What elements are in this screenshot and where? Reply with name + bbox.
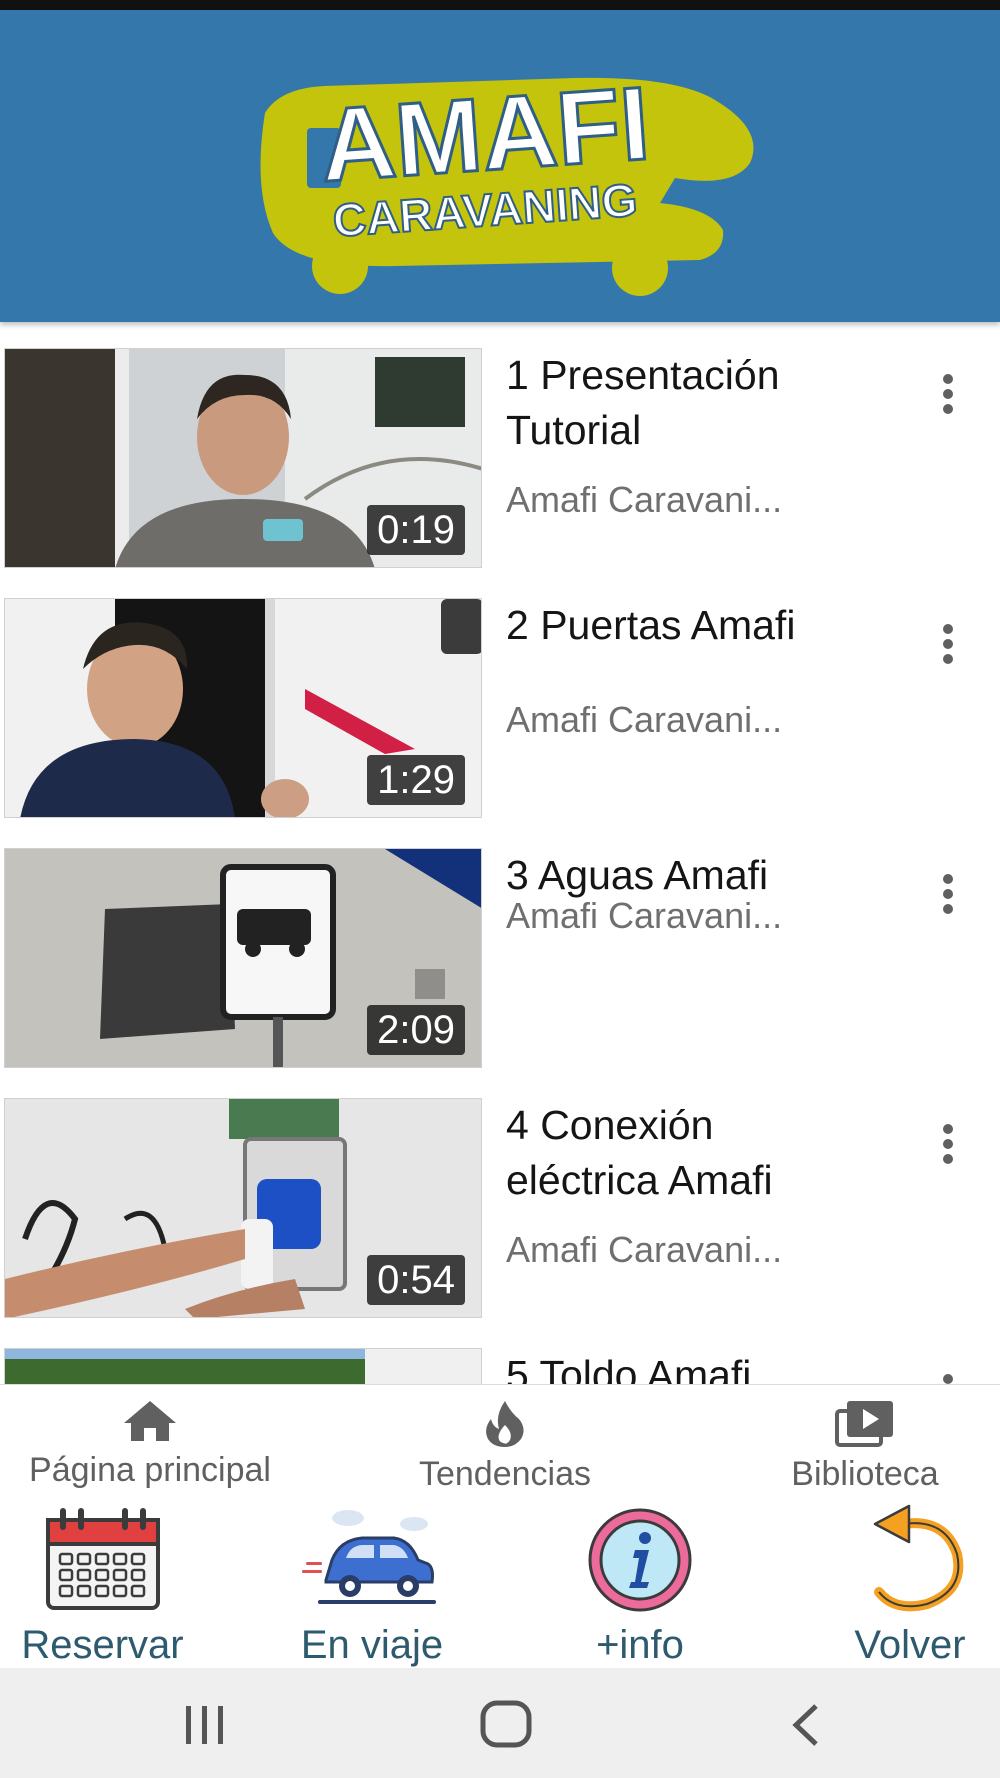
nav-library[interactable]: Biblioteca: [750, 1399, 980, 1494]
home-button-icon[interactable]: [480, 1700, 532, 1748]
video-item[interactable]: 0:54 4 Conexión eléctrica Amafi Amafi Ca…: [0, 1080, 1000, 1318]
more-options-icon[interactable]: [928, 624, 968, 672]
nav-home-label: Página principal: [29, 1451, 271, 1489]
video-title[interactable]: 2 Puertas Amafi: [506, 598, 866, 653]
info-icon: [588, 1508, 692, 1612]
bottom-navigation: Página principal Tendencias Biblioteca: [0, 1384, 1000, 1503]
status-bar: [0, 0, 1000, 10]
video-channel[interactable]: Amafi Caravani...: [506, 1228, 866, 1272]
home-icon: [124, 1401, 176, 1441]
calendar-icon: [45, 1508, 160, 1610]
more-options-icon[interactable]: [928, 1374, 968, 1384]
reservar-label: Reservar: [21, 1623, 184, 1667]
nav-trending-label: Tendencias: [418, 1455, 591, 1493]
video-thumbnail[interactable]: [4, 1348, 482, 1384]
video-duration: 2:09: [367, 1005, 465, 1055]
flame-icon: [486, 1401, 524, 1447]
more-options-icon[interactable]: [928, 1124, 968, 1172]
video-list: 0:19 1 Presentación Tutorial Amafi Carav…: [0, 330, 1000, 1384]
video-channel[interactable]: Amafi Caravani...: [506, 698, 866, 742]
back-icon[interactable]: [786, 1702, 826, 1748]
video-thumbnail[interactable]: 0:54: [4, 1098, 482, 1318]
more-options-icon[interactable]: [928, 374, 968, 422]
video-item[interactable]: 5 Toldo Amafi: [0, 1330, 1000, 1384]
video-title[interactable]: 1 Presentación Tutorial: [506, 348, 866, 456]
info-label: +info: [596, 1623, 684, 1667]
nav-home[interactable]: Página principal: [0, 1399, 300, 1490]
video-title[interactable]: 4 Conexión eléctrica Amafi: [506, 1098, 866, 1206]
video-channel[interactable]: Amafi Caravani...: [506, 894, 866, 938]
info-button[interactable]: +info: [560, 1502, 720, 1668]
nav-library-label: Biblioteca: [791, 1455, 939, 1493]
video-duration: 0:19: [367, 505, 465, 555]
amafi-caravaning-logo: AMAFI CARAVANING: [260, 64, 754, 296]
en-viaje-label: En viaje: [300, 1623, 444, 1667]
car-icon: [302, 1510, 436, 1604]
video-thumbnail[interactable]: 0:19: [4, 348, 482, 568]
action-bar: Reservar En viaje +info Volver: [0, 1502, 1000, 1668]
back-arrow-icon: [873, 1504, 964, 1612]
video-title[interactable]: 5 Toldo Amafi: [506, 1348, 866, 1384]
video-item[interactable]: 1:29 2 Puertas Amafi Amafi Caravani...: [0, 580, 1000, 818]
video-item[interactable]: 0:19 1 Presentación Tutorial Amafi Carav…: [0, 330, 1000, 568]
video-item[interactable]: 2:09 3 Aguas Amafi Amafi Caravani...: [0, 830, 1000, 1068]
volver-button[interactable]: Volver: [820, 1502, 1000, 1668]
video-thumbnail[interactable]: 1:29: [4, 598, 482, 818]
reservar-button[interactable]: Reservar: [0, 1502, 205, 1668]
video-duration: 0:54: [367, 1255, 465, 1305]
app-header: AMAFI CARAVANING: [0, 10, 1000, 322]
video-channel[interactable]: Amafi Caravani...: [506, 478, 866, 522]
recent-apps-icon[interactable]: [180, 1704, 230, 1746]
nav-trending[interactable]: Tendencias: [390, 1399, 620, 1494]
system-navigation-bar: [0, 1668, 1000, 1778]
library-icon: [835, 1401, 893, 1447]
video-duration: 1:29: [367, 755, 465, 805]
more-options-icon[interactable]: [928, 874, 968, 922]
volver-label: Volver: [854, 1623, 966, 1667]
en-viaje-button[interactable]: En viaje: [272, 1502, 472, 1668]
video-thumbnail[interactable]: 2:09: [4, 848, 482, 1068]
